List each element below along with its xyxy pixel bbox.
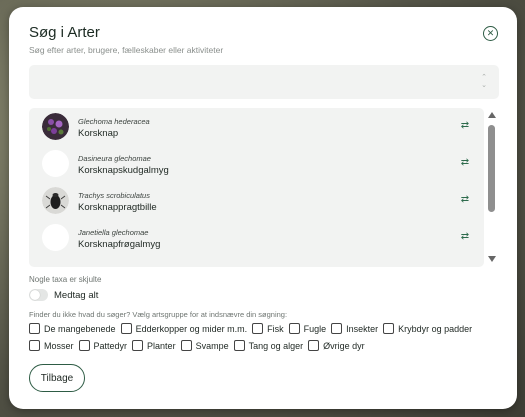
include-all-toggle[interactable] (29, 289, 48, 301)
chevron-updown-icon: ⌃ ⌄ (481, 74, 487, 89)
swap-arrows-icon[interactable]: ⇄ (459, 120, 471, 132)
scroll-thumb[interactable] (488, 125, 495, 212)
category-checkbox[interactable]: Tang og alger (233, 340, 303, 351)
search-field[interactable]: ⌃ ⌄ (29, 65, 499, 99)
latin-name: Janetiella glechomae (78, 228, 149, 237)
swap-arrows-icon[interactable]: ⇄ (459, 157, 471, 169)
back-button[interactable]: Tilbage (29, 364, 85, 392)
species-avatar (42, 224, 69, 251)
swap-arrows-icon[interactable]: ⇄ (459, 231, 471, 243)
result-item[interactable]: Dasineura glechomae Korsknapskudgalmyg ⇄ (29, 145, 484, 182)
dialog-title: Søg i Arter (29, 24, 100, 41)
category-hint: Finder du ikke hvad du søger? Vælg artsg… (29, 310, 288, 319)
latin-name: Trachys scrobiculatus (78, 191, 150, 200)
common-name: Korsknapskudgalmyg (78, 165, 169, 176)
category-checkbox[interactable]: Svampe (180, 340, 229, 351)
category-checkbox[interactable]: De mangebenede (29, 323, 116, 334)
category-checkbox[interactable]: Fisk (252, 323, 284, 334)
category-checkbox[interactable]: Insekter (331, 323, 378, 334)
category-checkbox[interactable]: Pattedyr (78, 340, 127, 351)
result-item[interactable]: Glechoma hederacea Korsknap ⇄ (29, 108, 484, 145)
common-name: Korsknappragtbille (78, 202, 157, 213)
hidden-taxa-note: Nogle taxa er skjulte (29, 275, 102, 284)
category-checkbox[interactable]: Øvrige dyr (308, 340, 365, 351)
search-input[interactable] (29, 65, 469, 99)
results-list: Glechoma hederacea Korsknap ⇄ Dasineura … (29, 108, 484, 267)
latin-name: Glechoma hederacea (78, 117, 150, 126)
scroll-up-icon[interactable] (488, 112, 496, 118)
species-avatar (42, 187, 69, 214)
category-checkbox[interactable]: Mosser (29, 340, 74, 351)
toggle-knob (30, 290, 40, 300)
scroll-down-icon[interactable] (488, 256, 496, 262)
common-name: Korsknap (78, 128, 119, 139)
category-checkbox[interactable]: Planter (132, 340, 176, 351)
category-row: Mosser Pattedyr Planter Svampe Tang og a… (29, 340, 370, 351)
swap-arrows-icon[interactable]: ⇄ (459, 194, 471, 206)
result-item[interactable]: Janetiella glechomae Korsknapfrøgalmyg ⇄ (29, 219, 484, 256)
dialog-subtitle: Søg efter arter, brugere, fælleskaber el… (29, 45, 224, 55)
search-dialog: Søg i Arter Søg efter arter, brugere, fæ… (9, 7, 517, 409)
species-avatar (42, 113, 69, 140)
species-avatar (42, 150, 69, 177)
category-checkbox[interactable]: Krybdyr og padder (383, 323, 472, 334)
latin-name: Dasineura glechomae (78, 154, 151, 163)
results-scrollbar[interactable] (485, 108, 499, 267)
close-icon[interactable]: ✕ (483, 26, 498, 41)
include-all-label: Medtag alt (54, 290, 99, 301)
category-row: De mangebenede Edderkopper og mider m.m.… (29, 323, 477, 334)
category-checkbox[interactable]: Fugle (288, 323, 326, 334)
common-name: Korsknapfrøgalmyg (78, 239, 161, 250)
result-item[interactable]: Trachys scrobiculatus Korsknappragtbille… (29, 182, 484, 219)
category-checkbox[interactable]: Edderkopper og mider m.m. (120, 323, 247, 334)
